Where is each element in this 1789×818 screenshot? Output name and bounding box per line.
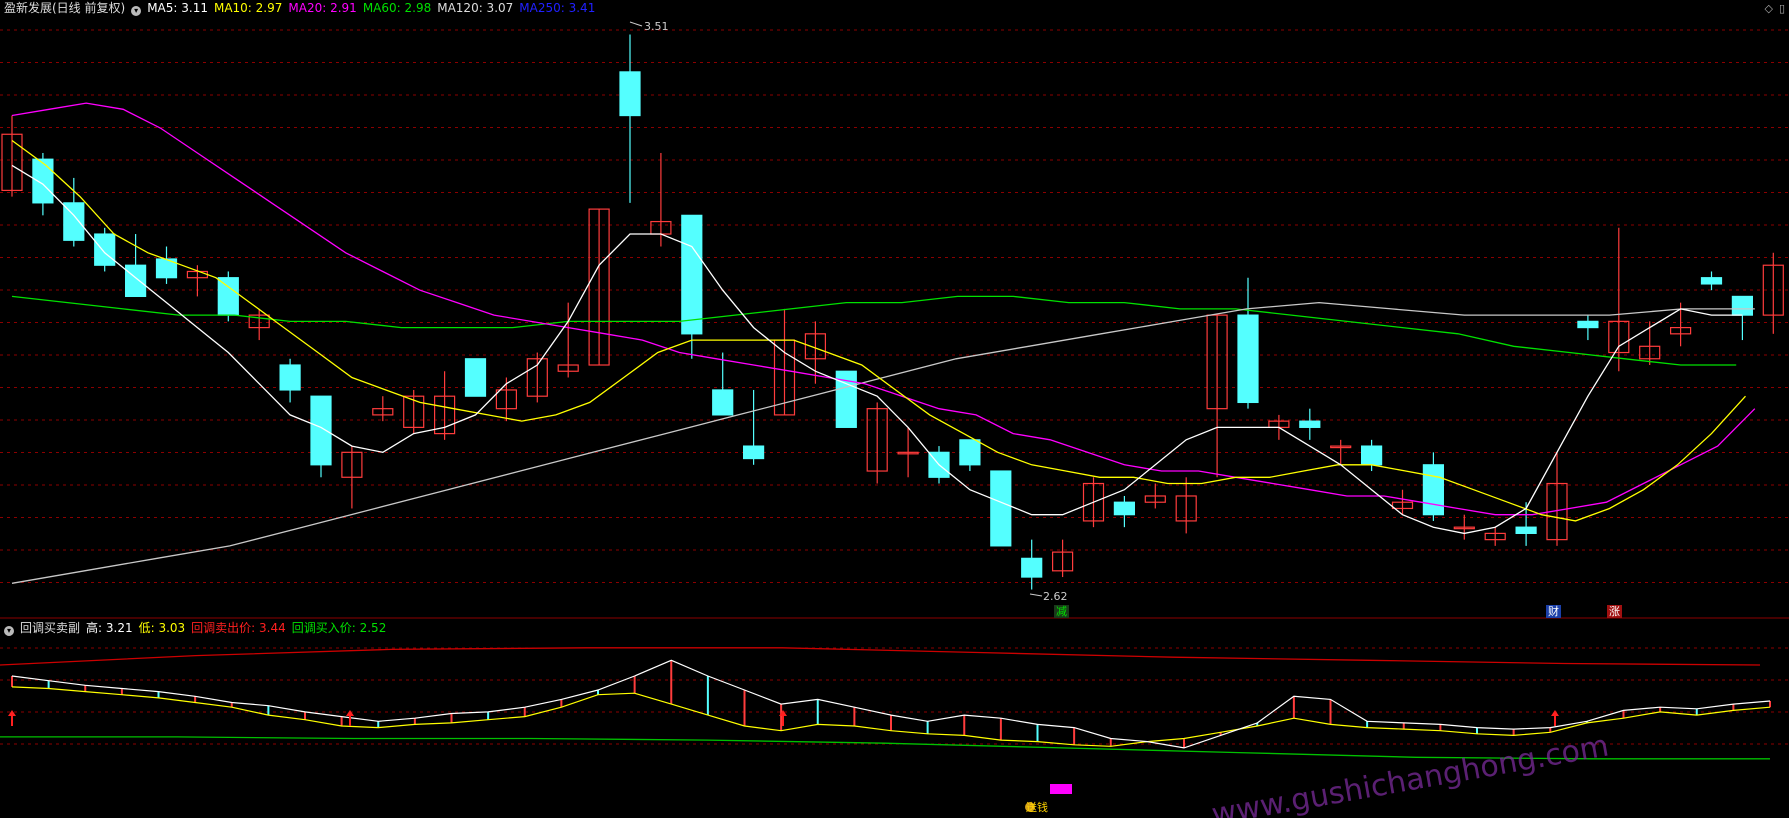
sub-buy-label: 回调买入价: 2.52: [291, 621, 387, 635]
signal-tag-zhang: 涨: [1607, 605, 1622, 618]
sub-highlight-block: [1050, 784, 1072, 794]
candle-body: [1422, 464, 1445, 516]
ma20-label: MA20: 2.91: [288, 1, 357, 15]
candle-body: [279, 364, 301, 391]
sub-sell-line: [0, 647, 1761, 666]
candle-body: [1113, 501, 1136, 516]
ma120-label: MA120: 3.07: [437, 1, 514, 15]
max-price-pointer: [629, 21, 643, 27]
candle-body: [990, 470, 1012, 547]
candle-body: [464, 358, 487, 397]
min-price-label: 2.62: [1043, 590, 1068, 603]
signal-tag-jian: 减: [1054, 605, 1069, 618]
ma10-label: MA10: 2.97: [213, 1, 283, 15]
candle-body: [712, 389, 734, 416]
candle-body: [1515, 526, 1537, 534]
sub-low-label: 低: 3.03: [138, 621, 186, 635]
settings-dot-icon[interactable]: ▾: [4, 626, 14, 636]
candle-body: [681, 214, 703, 335]
window-icon[interactable]: ▯: [1779, 2, 1785, 15]
candle-body: [742, 445, 765, 460]
signal-tag-songqian: 送钱: [1026, 801, 1048, 814]
candle-body: [619, 71, 641, 117]
chart-canvas: 3.51 2.62 www.gushichanghong.com: [0, 20, 1789, 818]
ma60-label: MA60: 2.98: [362, 1, 432, 15]
ma10-line: [11, 139, 1746, 522]
max-price-label: 3.51: [644, 20, 669, 33]
candle-body: [1360, 445, 1383, 466]
candle-body: [959, 439, 981, 466]
sub-header: ▾ 回调买卖副 高: 3.21 低: 3.03 回调卖出价: 3.44 回调买入价: 2.…: [4, 620, 392, 636]
diamond-icon[interactable]: ◇: [1764, 2, 1772, 15]
sub-sell-label: 回调卖出价: 3.44: [191, 621, 286, 635]
top-right-controls: ◇ ▯: [1758, 2, 1785, 15]
sub-high-label: 高: 3.21: [86, 621, 133, 635]
candle-body: [1299, 420, 1321, 428]
candle-body: [1731, 295, 1754, 316]
watermark: www.gushichanghong.com: [1209, 728, 1611, 818]
stock-title: 盈新发展(日线 前复权): [4, 1, 126, 15]
ma250-label: MA250: 3.41: [519, 1, 596, 15]
candle-body: [1700, 277, 1723, 285]
candle-body: [94, 233, 116, 266]
candle-body: [1237, 314, 1259, 404]
candles: [1, 34, 1784, 590]
settings-dot-icon[interactable]: ▾: [131, 6, 142, 16]
candle-body: [310, 395, 332, 466]
candle-body: [124, 264, 147, 298]
main-header: 盈新发展(日线 前复权) ▾ MA5: 3.11 MA10: 2.97 MA20: 2.…: [4, 0, 601, 16]
sub-indicator: [0, 647, 1771, 812]
candle-body: [217, 277, 239, 316]
grid-lines: [0, 29, 1789, 745]
candle-body: [1021, 557, 1043, 578]
signal-tag-cai: 财: [1546, 605, 1561, 618]
ma120-line: [11, 301, 1755, 584]
ma5-label: MA5: 3.11: [147, 1, 208, 15]
ma-lines: [11, 21, 1756, 597]
candle-body: [1577, 320, 1599, 329]
buy-arrow-icon: [1551, 710, 1559, 726]
sub-title: 回调买卖副: [20, 621, 81, 635]
candle-body: [32, 158, 54, 204]
min-price-pointer: [1029, 593, 1043, 597]
